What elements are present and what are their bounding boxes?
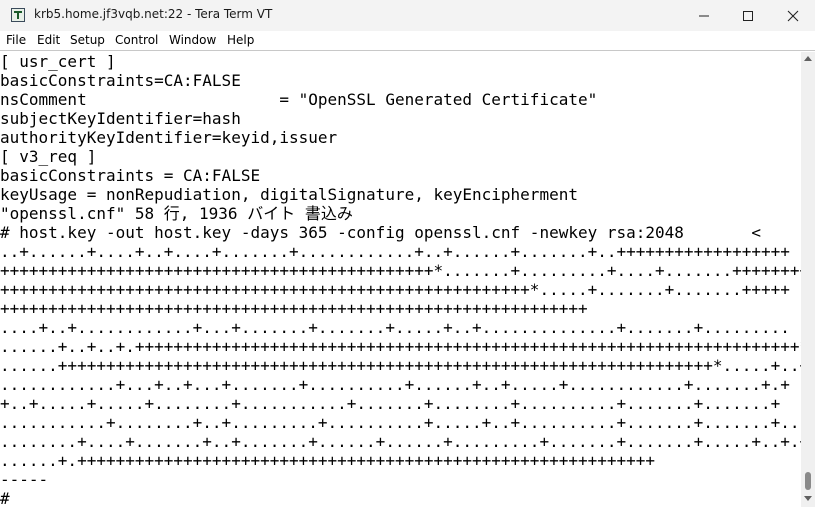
terminal-line: ......+.++++++++++++++++++++++++++++++++… [0,451,656,470]
vertical-scrollbar[interactable] [801,52,815,507]
menu-control[interactable]: Control [115,33,158,47]
menu-edit[interactable]: Edit [37,33,60,47]
terminal-line: [ v3_req ] [0,147,97,166]
terminal-line: ........+....+.......+..+.......+......+… [0,432,801,451]
scrollbar-thumb[interactable] [805,472,811,490]
terminal-line: ......+..+..+.++++++++++++++++++++++++++… [0,337,801,356]
terminal-line: basicConstraints = CA:FALSE [0,166,261,185]
maximize-button[interactable] [726,0,770,31]
terminal-line: ++++++++++++++++++++++++++++++++++++++++… [0,261,801,280]
terminal-line: ....+..+............+...+.......+.......… [0,318,790,337]
maximize-icon [743,11,753,21]
terminal-line: ......++++++++++++++++++++++++++++++++++… [0,356,801,375]
teraterm-icon[interactable] [11,8,25,22]
terminal-prompt-line: # [0,489,10,507]
terminal-line: subjectKeyIdentifier=hash [0,109,241,128]
window-title: krb5.home.jf3vqb.net:22 - Tera Term VT [34,7,273,21]
menu-help[interactable]: Help [227,33,254,47]
menu-bar: File Edit Setup Control Window Help [0,31,815,50]
menu-divider [0,50,815,51]
teraterm-window: krb5.home.jf3vqb.net:22 - Tera Term VT F… [0,0,815,507]
terminal-line: ............+...+..+...+.......+........… [0,375,790,394]
terminal-line: basicConstraints=CA:FALSE [0,71,241,90]
terminal-line: # host.key -out host.key -days 365 -conf… [0,223,761,242]
terminal-line: [ usr_cert ] [0,52,116,71]
terminal-line: nsComment = "OpenSSL Generated Certifica… [0,90,598,109]
terminal-line: authorityKeyIdentifier=keyid,issuer [0,128,338,147]
terminal-line: +..+.....+.....+........+...........+...… [0,394,781,413]
menu-setup[interactable]: Setup [70,33,105,47]
scroll-up-arrow-icon[interactable] [804,56,812,61]
terminal-line: ----- [0,470,49,489]
terminal-line: keyUsage = nonRepudiation, digitalSignat… [0,185,578,204]
close-icon [787,10,799,22]
terminal-line: ++++++++++++++++++++++++++++++++++++++++… [0,280,790,299]
terminal-line: ...........+........+..+.........+......… [0,413,801,432]
terminal-line: ..+......+....+..+....+.......+.........… [0,242,790,261]
minimize-icon [699,15,709,17]
menu-window[interactable]: Window [169,33,216,47]
title-bar[interactable]: krb5.home.jf3vqb.net:22 - Tera Term VT [0,0,815,31]
terminal-line: "openssl.cnf" 58 行, 1936 バイト 書込み [0,204,353,223]
minimize-button[interactable] [682,0,726,31]
close-button[interactable] [771,0,815,31]
menu-file[interactable]: File [6,33,26,47]
terminal-screen[interactable]: [ usr_cert ] basicConstraints=CA:FALSE n… [0,52,801,507]
scroll-down-arrow-icon[interactable] [804,496,812,501]
terminal-line: ++++++++++++++++++++++++++++++++++++++++… [0,299,588,318]
